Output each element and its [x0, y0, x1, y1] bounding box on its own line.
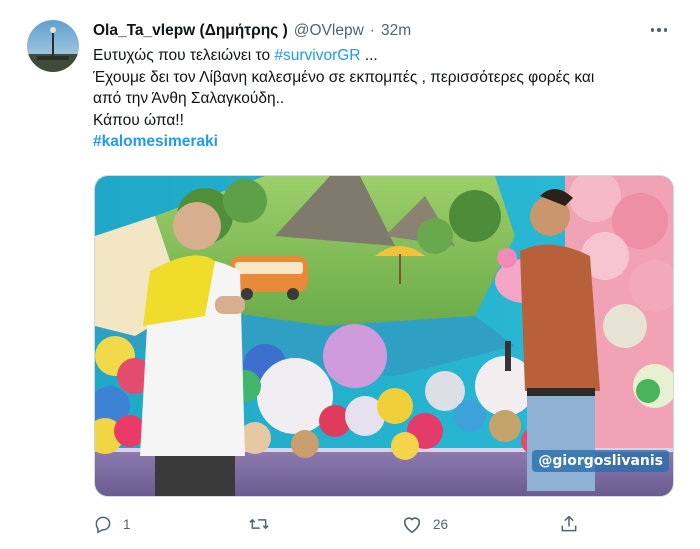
tweet-media-image[interactable]: @giorgoslivanis: [94, 175, 674, 497]
tweet-text-line-2: Έχουμε δει τον Λίβανη καλεσμένο σε εκπομ…: [93, 68, 595, 86]
hashtag-link-kalomesimeraki[interactable]: #kalomesimeraki: [93, 131, 673, 153]
tweet-actions-bar: 1 26: [93, 512, 593, 536]
heart-icon: [403, 517, 421, 533]
tweet-text-line-1: Ευτυχώς που τελειώνει το #survivorGR ...: [93, 47, 378, 64]
retweet-button[interactable]: [248, 512, 280, 536]
reply-count: 1: [123, 516, 131, 532]
tweet-text-line-4: Κάπου ώπα!!: [93, 111, 184, 129]
share-button[interactable]: [559, 512, 579, 536]
tv-studio-photo: [95, 176, 673, 496]
share-icon: [561, 515, 577, 532]
user-handle[interactable]: @OVlepw: [294, 22, 364, 40]
reply-button[interactable]: 1: [93, 512, 131, 536]
media-watermark: @giorgoslivanis: [532, 450, 669, 472]
like-count: 26: [433, 516, 449, 532]
hashtag-link-survivorgr[interactable]: #survivorGR: [274, 47, 360, 64]
tweet[interactable]: Ola_Ta_vlepw (Δημήτρης ) @OVlepw · 32m Ε…: [0, 0, 700, 549]
tweet-text-line-3: από την Άνθη Σαλαγκούδη..: [93, 90, 285, 107]
like-button[interactable]: 26: [401, 512, 448, 536]
avatar-image: [27, 20, 79, 72]
more-horizontal-icon: [650, 28, 655, 32]
tweet-text: Ευτυχώς που τελειώνει το #survivorGR ...…: [93, 45, 673, 153]
timestamp[interactable]: 32m: [381, 22, 411, 40]
separator-dot: ·: [369, 22, 375, 39]
tweet-header: Ola_Ta_vlepw (Δημήτρης ) @OVlepw · 32m: [93, 20, 411, 42]
display-name[interactable]: Ola_Ta_vlepw (Δημήτρης ): [93, 22, 288, 40]
retweet-icon: [249, 519, 269, 529]
more-options-button[interactable]: [648, 22, 670, 38]
reply-icon: [95, 516, 111, 534]
avatar[interactable]: [27, 20, 79, 72]
